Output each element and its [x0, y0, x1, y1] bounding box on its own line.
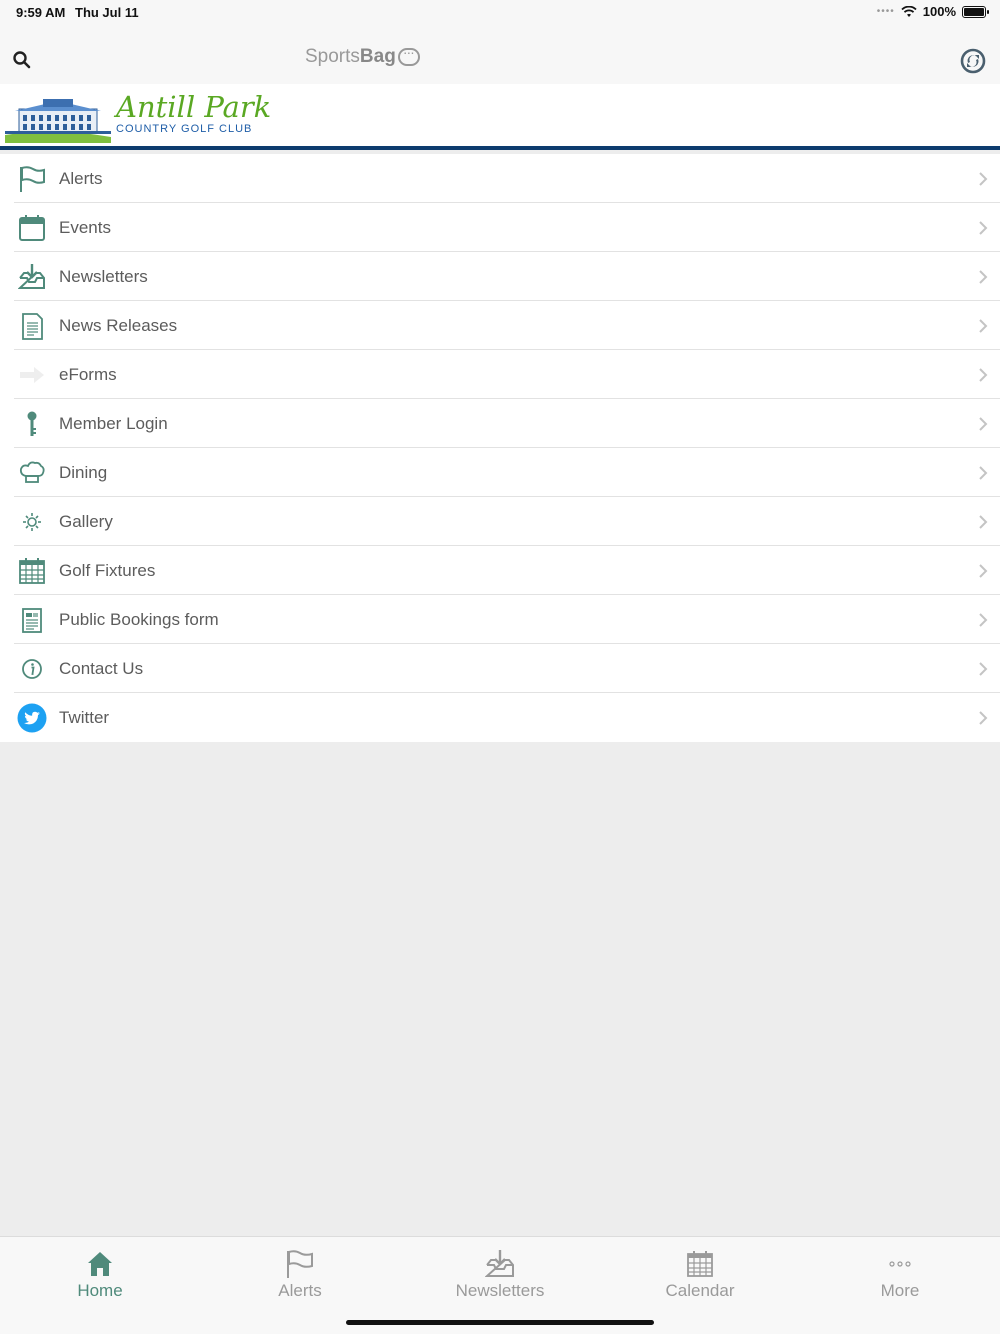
chevron-right-icon	[979, 367, 988, 382]
menu-item-label: Alerts	[59, 168, 103, 188]
tab-alerts[interactable]: Alerts	[200, 1249, 400, 1301]
document-icon	[17, 311, 47, 341]
menu-item-label: Gallery	[59, 511, 113, 531]
club-subtitle: COUNTRY GOLF CLUB	[116, 123, 253, 135]
chevron-right-icon	[979, 416, 988, 431]
chevron-right-icon	[979, 514, 988, 529]
menu-item-dining[interactable]: Dining	[0, 448, 1000, 497]
menu-item-alerts[interactable]: Alerts	[0, 154, 1000, 203]
wifi-icon	[901, 5, 917, 17]
status-indicators: •••• 100%	[876, 4, 989, 19]
menu-item-label: Public Bookings form	[59, 609, 219, 629]
tab-label: Alerts	[278, 1281, 322, 1300]
club-banner: Antill Park COUNTRY GOLF CLUB	[0, 84, 1000, 150]
calendar-icon	[17, 213, 47, 243]
info-icon	[17, 654, 47, 684]
chevron-right-icon	[979, 465, 988, 480]
menu-item-label: Events	[59, 217, 111, 237]
tab-label: Calendar	[665, 1281, 735, 1300]
top-bar: Sports Bag	[0, 24, 1000, 84]
clubhouse-logo-icon	[5, 99, 111, 143]
key-icon	[17, 409, 47, 439]
menu-item-twitter[interactable]: Twitter	[0, 693, 1000, 742]
chevron-right-icon	[979, 269, 988, 284]
chevron-right-icon	[979, 661, 988, 676]
battery-icon	[962, 5, 989, 18]
chevron-right-icon	[979, 710, 988, 725]
status-bar: 9:59 AM Thu Jul 11 •••• 100%	[0, 0, 1000, 24]
tab-label: Home	[77, 1281, 123, 1300]
menu-item-label: Golf Fixtures	[59, 560, 156, 580]
twitter-icon	[17, 703, 47, 733]
more-icon	[889, 1261, 911, 1267]
menu-item-label: eForms	[59, 364, 117, 384]
menu-item-member-login[interactable]: Member Login	[0, 399, 1000, 448]
inbox-download-icon	[17, 262, 47, 292]
tab-more[interactable]: More	[800, 1249, 1000, 1301]
menu-item-events[interactable]: Events	[0, 203, 1000, 252]
arrow-right-icon	[17, 360, 47, 390]
flag-icon	[17, 164, 47, 194]
signal-icon: ••••	[876, 6, 895, 17]
search-icon[interactable]	[12, 50, 32, 70]
brand-light: Sports	[305, 46, 360, 67]
tab-label: Newsletters	[455, 1281, 545, 1300]
home-icon	[88, 1252, 112, 1276]
calendar-grid-icon	[687, 1251, 713, 1277]
menu-item-label: News Releases	[59, 315, 178, 335]
menu-item-label: Contact Us	[59, 658, 144, 678]
menu-item-contact-us[interactable]: Contact Us	[0, 644, 1000, 693]
home-indicator[interactable]	[346, 1320, 654, 1325]
menu-item-public-bookings-form[interactable]: Public Bookings form	[0, 595, 1000, 644]
menu-item-label: Twitter	[59, 707, 110, 727]
sportsbag-logo: Sports Bag	[305, 44, 420, 68]
menu-item-eforms[interactable]: eForms	[0, 350, 1000, 399]
chat-bubble-icon	[397, 44, 420, 66]
tab-calendar[interactable]: Calendar	[600, 1249, 800, 1301]
chevron-right-icon	[979, 318, 988, 333]
club-name: Antill Park	[116, 90, 272, 124]
sync-icon[interactable]	[960, 48, 986, 74]
inbox-download-icon	[485, 1250, 514, 1277]
status-time: 9:59 AM	[16, 5, 66, 20]
sun-icon	[17, 507, 47, 537]
brand-bold: Bag	[359, 46, 396, 67]
battery-percent: 100%	[922, 4, 956, 19]
chevron-right-icon	[979, 563, 988, 578]
menu-item-news-releases[interactable]: News Releases	[0, 301, 1000, 350]
tab-label: More	[880, 1281, 920, 1300]
menu-item-label: Member Login	[59, 413, 168, 433]
club-logo-text: Antill Park COUNTRY GOLF CLUB	[116, 92, 271, 135]
calendar-grid-icon	[17, 556, 47, 586]
menu-item-label: Dining	[59, 462, 108, 482]
status-date: Thu Jul 11	[75, 5, 139, 20]
main-menu: Alerts Events Newsletters News Releases …	[0, 154, 1000, 742]
chevron-right-icon	[979, 220, 988, 235]
menu-item-label: Newsletters	[59, 266, 148, 286]
tab-home[interactable]: Home	[0, 1249, 200, 1301]
menu-item-newsletters[interactable]: Newsletters	[0, 252, 1000, 301]
tab-newsletters[interactable]: Newsletters	[400, 1249, 600, 1301]
chef-hat-icon	[17, 458, 47, 488]
chevron-right-icon	[979, 171, 988, 186]
menu-item-gallery[interactable]: Gallery	[0, 497, 1000, 546]
form-icon	[17, 605, 47, 635]
flag-icon	[287, 1250, 313, 1278]
chevron-right-icon	[979, 612, 988, 627]
menu-item-golf-fixtures[interactable]: Golf Fixtures	[0, 546, 1000, 595]
